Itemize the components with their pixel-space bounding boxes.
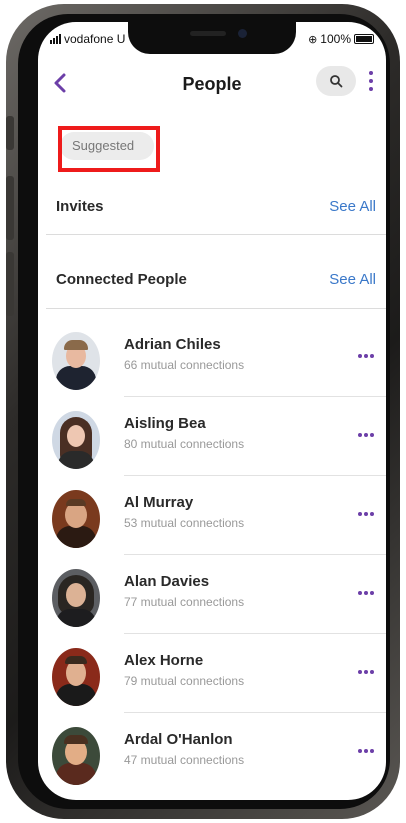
notch [128, 22, 296, 54]
highlight-box [58, 126, 160, 172]
avatar [52, 569, 100, 627]
person-row[interactable]: Adrian Chiles 66 mutual connections [38, 318, 386, 397]
carrier-name: vodafone U [64, 32, 126, 46]
person-more-button[interactable] [358, 354, 374, 358]
avatar [52, 727, 100, 785]
more-vert-dot-icon [369, 87, 373, 91]
avatar [52, 648, 100, 706]
section-divider [46, 234, 386, 235]
mutual-connections: 66 mutual connections [124, 358, 245, 372]
person-row[interactable]: Alan Davies 77 mutual connections [38, 555, 386, 634]
person-more-button[interactable] [358, 512, 374, 516]
app-screen: vodafone U ⊕ 100% People Suggested Invit… [38, 22, 386, 800]
more-horiz-icon [358, 591, 362, 595]
person-more-button[interactable] [358, 433, 374, 437]
more-horiz-icon [358, 512, 362, 516]
mutual-connections: 80 mutual connections [124, 437, 245, 451]
mutual-connections: 47 mutual connections [124, 753, 245, 767]
person-row[interactable]: Alex Horne 79 mutual connections [38, 634, 386, 713]
more-options-button[interactable] [364, 68, 378, 94]
avatar [52, 490, 100, 548]
person-name[interactable]: Alan Davies [124, 573, 209, 590]
invites-see-all-link[interactable]: See All [329, 198, 376, 215]
invites-label: Invites [56, 198, 104, 215]
volume-down-button [6, 252, 14, 316]
more-vert-dot-icon [369, 71, 373, 75]
connected-section-header: Connected People See All [38, 263, 386, 297]
person-more-button[interactable] [358, 670, 374, 674]
person-name[interactable]: Alex Horne [124, 652, 203, 669]
signal-icon [50, 34, 61, 44]
volume-up-button [6, 176, 14, 240]
mutual-connections: 53 mutual connections [124, 516, 245, 530]
search-button[interactable] [316, 66, 356, 96]
person-name[interactable]: Aisling Bea [124, 415, 206, 432]
section-divider [46, 308, 386, 309]
avatar [52, 332, 100, 390]
speaker-grille [190, 31, 226, 36]
more-horiz-icon [358, 354, 362, 358]
more-horiz-icon [358, 749, 362, 753]
front-camera [238, 29, 247, 38]
connected-people-label: Connected People [56, 271, 187, 288]
search-icon [330, 75, 343, 88]
invites-section-header: Invites See All [38, 190, 386, 224]
more-horiz-icon [358, 670, 362, 674]
person-row[interactable]: Ardal O'Hanlon 47 mutual connections [38, 713, 386, 792]
person-more-button[interactable] [358, 591, 374, 595]
person-row[interactable]: Aisling Bea 80 mutual connections [38, 397, 386, 476]
mutual-connections: 79 mutual connections [124, 674, 245, 688]
person-name[interactable]: Adrian Chiles [124, 336, 221, 353]
status-bar-right: ⊕ 100% [308, 32, 374, 46]
more-horiz-icon [358, 433, 362, 437]
mutual-connections: 77 mutual connections [124, 595, 245, 609]
app-header: People [38, 66, 386, 106]
more-vert-dot-icon [369, 79, 373, 83]
battery-icon [354, 34, 374, 44]
status-bar-left: vodafone U [50, 32, 125, 46]
person-more-button[interactable] [358, 749, 374, 753]
person-name[interactable]: Ardal O'Hanlon [124, 731, 233, 748]
rotation-lock-icon: ⊕ [308, 33, 318, 46]
person-row[interactable]: Al Murray 53 mutual connections [38, 476, 386, 555]
avatar [52, 411, 100, 469]
connected-see-all-link[interactable]: See All [329, 271, 376, 288]
battery-percentage: 100% [320, 32, 351, 46]
mute-switch [6, 116, 14, 150]
person-name[interactable]: Al Murray [124, 494, 193, 511]
